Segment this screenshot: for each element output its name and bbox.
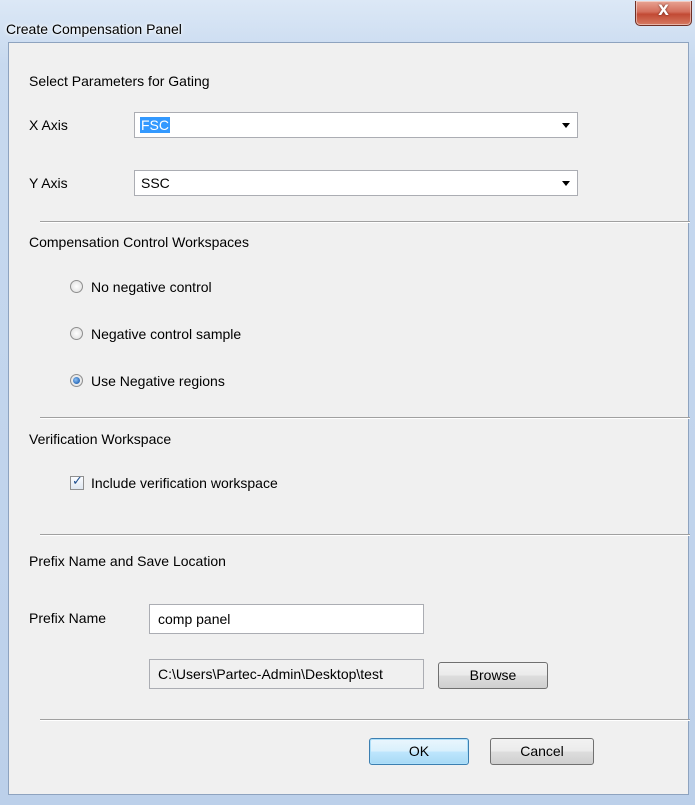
ok-button[interactable]: OK xyxy=(369,738,469,765)
save-heading: Prefix Name and Save Location xyxy=(29,553,226,569)
prefix-name-label: Prefix Name xyxy=(29,610,107,626)
radio-label[interactable]: No negative control xyxy=(91,279,212,295)
dialog-window: Create Compensation Panel X Select Param… xyxy=(0,0,695,805)
gating-heading: Select Parameters for Gating xyxy=(29,73,210,89)
separator xyxy=(40,221,690,223)
radio-icon[interactable] xyxy=(70,327,83,340)
y-axis-label: Y Axis xyxy=(29,175,68,191)
radio-icon[interactable] xyxy=(70,374,83,387)
x-axis-dropdown[interactable]: FSC xyxy=(134,112,578,138)
chevron-down-icon xyxy=(562,181,570,186)
browse-button[interactable]: Browse xyxy=(438,662,548,689)
x-axis-value: FSC xyxy=(140,117,170,133)
separator xyxy=(40,417,690,419)
radio-icon[interactable] xyxy=(70,280,83,293)
window-title: Create Compensation Panel xyxy=(6,21,182,37)
y-axis-value: SSC xyxy=(141,175,170,191)
verification-heading: Verification Workspace xyxy=(29,431,172,447)
title-bar[interactable]: Create Compensation Panel X xyxy=(0,0,695,37)
close-button[interactable]: X xyxy=(635,1,692,26)
radio-label[interactable]: Negative control sample xyxy=(91,326,241,342)
separator xyxy=(40,719,690,721)
chevron-down-icon xyxy=(562,123,570,128)
check-icon: ✓ xyxy=(72,474,83,489)
checkbox-label[interactable]: Include verification workspace xyxy=(91,475,278,491)
prefix-name-input[interactable]: comp panel xyxy=(149,604,424,634)
radio-label[interactable]: Use Negative regions xyxy=(91,373,225,389)
close-icon: X xyxy=(658,3,669,19)
compensation-heading: Compensation Control Workspaces xyxy=(29,234,249,250)
y-axis-dropdown[interactable]: SSC xyxy=(134,170,578,196)
prefix-name-value: comp panel xyxy=(158,611,231,627)
cancel-button[interactable]: Cancel xyxy=(490,738,594,765)
dialog-body: Select Parameters for Gating X Axis FSC … xyxy=(8,42,690,795)
checkbox-icon[interactable]: ✓ xyxy=(70,474,84,490)
x-axis-label: X Axis xyxy=(29,117,68,133)
separator xyxy=(40,534,690,536)
save-location-value: C:\Users\Partec-Admin\Desktop\test xyxy=(158,666,383,682)
save-location-field: C:\Users\Partec-Admin\Desktop\test xyxy=(149,659,424,689)
